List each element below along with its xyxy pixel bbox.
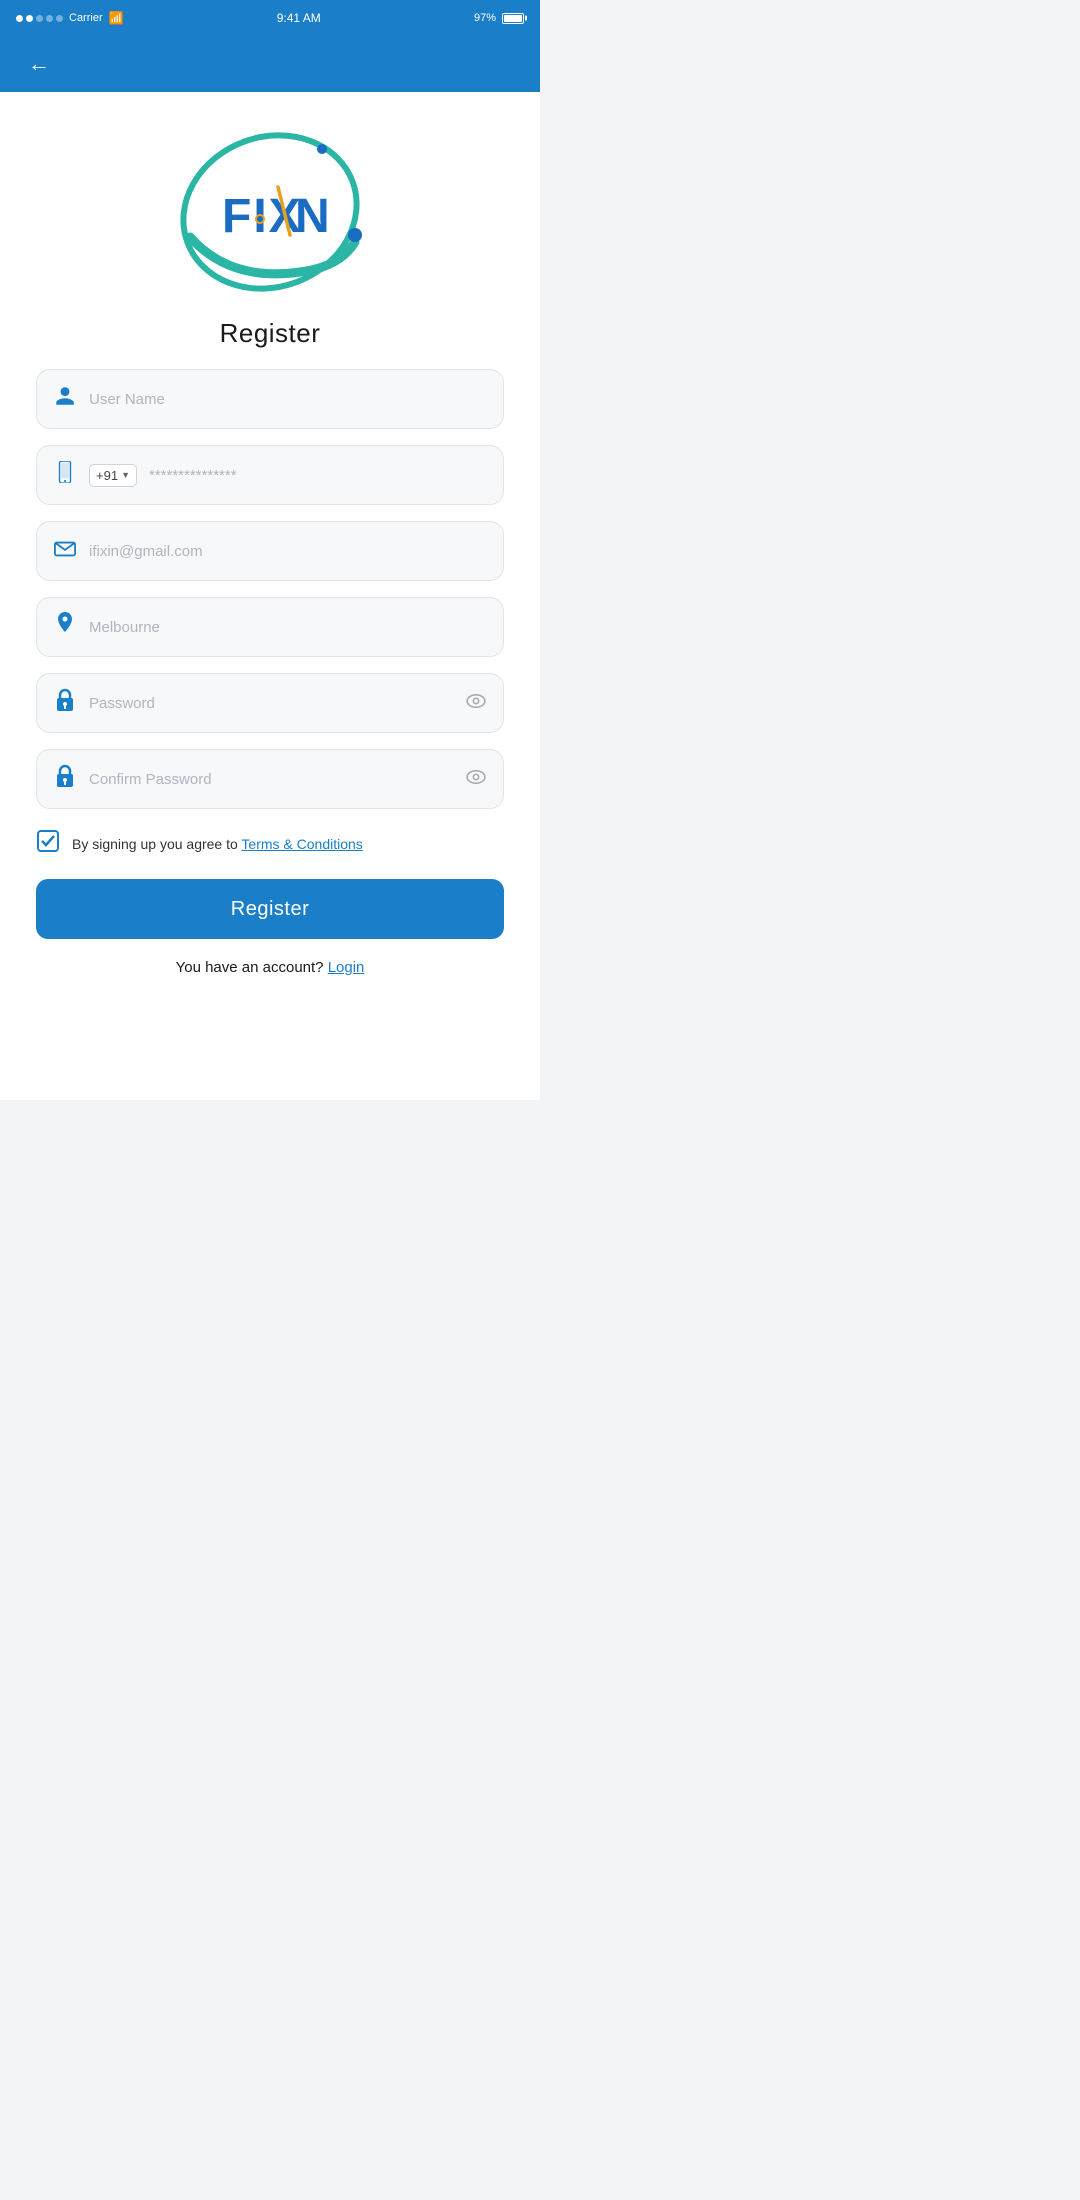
nav-bar: ← (0, 36, 540, 92)
battery-icon (502, 13, 524, 24)
login-link[interactable]: Login (328, 959, 365, 976)
fixin-logo: FIX N (170, 127, 370, 297)
email-input[interactable] (89, 543, 487, 560)
signal-dots (16, 15, 63, 22)
confirm-password-field-container (36, 749, 504, 809)
register-title: Register (220, 318, 321, 349)
signal-dot-4 (46, 15, 53, 22)
main-content: FIX N Register +91 ▼ (0, 92, 540, 1100)
confirm-password-input[interactable] (89, 771, 453, 788)
location-field-container (36, 597, 504, 657)
terms-text: By signing up you agree to Terms & Condi… (72, 836, 363, 852)
phone-code-selector[interactable]: +91 ▼ (89, 464, 137, 487)
login-prompt: You have an account? (176, 959, 328, 976)
password-field-container (36, 673, 504, 733)
username-input[interactable] (89, 391, 487, 408)
user-icon (53, 385, 77, 413)
phone-icon (53, 461, 77, 489)
signal-dot-3 (36, 15, 43, 22)
signal-dot-1 (16, 15, 23, 22)
terms-link[interactable]: Terms & Conditions (241, 836, 362, 852)
status-time: 9:41 AM (277, 11, 321, 25)
svg-text:N: N (295, 190, 332, 243)
location-input[interactable] (89, 619, 487, 636)
location-icon (53, 612, 77, 642)
signal-dot-2 (26, 15, 33, 22)
dropdown-arrow-icon: ▼ (121, 470, 130, 480)
wifi-icon: 📶 (109, 11, 124, 25)
battery-percent: 97% (474, 12, 496, 24)
login-row: You have an account? Login (176, 959, 365, 976)
back-button[interactable]: ← (20, 47, 58, 81)
confirm-password-visibility-toggle[interactable] (465, 769, 487, 790)
register-button[interactable]: Register (36, 879, 504, 939)
email-field-container (36, 521, 504, 581)
status-left: Carrier 📶 (16, 11, 124, 25)
phone-field-container: +91 ▼ (36, 445, 504, 505)
username-field-container (36, 369, 504, 429)
email-icon (53, 540, 77, 563)
status-bar: Carrier 📶 9:41 AM 97% (0, 0, 540, 36)
logo-container: FIX N (170, 122, 370, 302)
carrier-label: Carrier (69, 12, 103, 24)
signal-dot-5 (56, 15, 63, 22)
phone-input[interactable] (149, 467, 487, 484)
phone-code-value: +91 (96, 468, 118, 483)
password-visibility-toggle[interactable] (465, 693, 487, 714)
terms-prefix: By signing up you agree to (72, 836, 241, 852)
lock-icon (53, 688, 77, 718)
status-right: 97% (474, 12, 524, 24)
terms-checkbox[interactable] (36, 829, 60, 859)
terms-row: By signing up you agree to Terms & Condi… (36, 829, 504, 859)
password-input[interactable] (89, 695, 453, 712)
confirm-lock-icon (53, 764, 77, 794)
